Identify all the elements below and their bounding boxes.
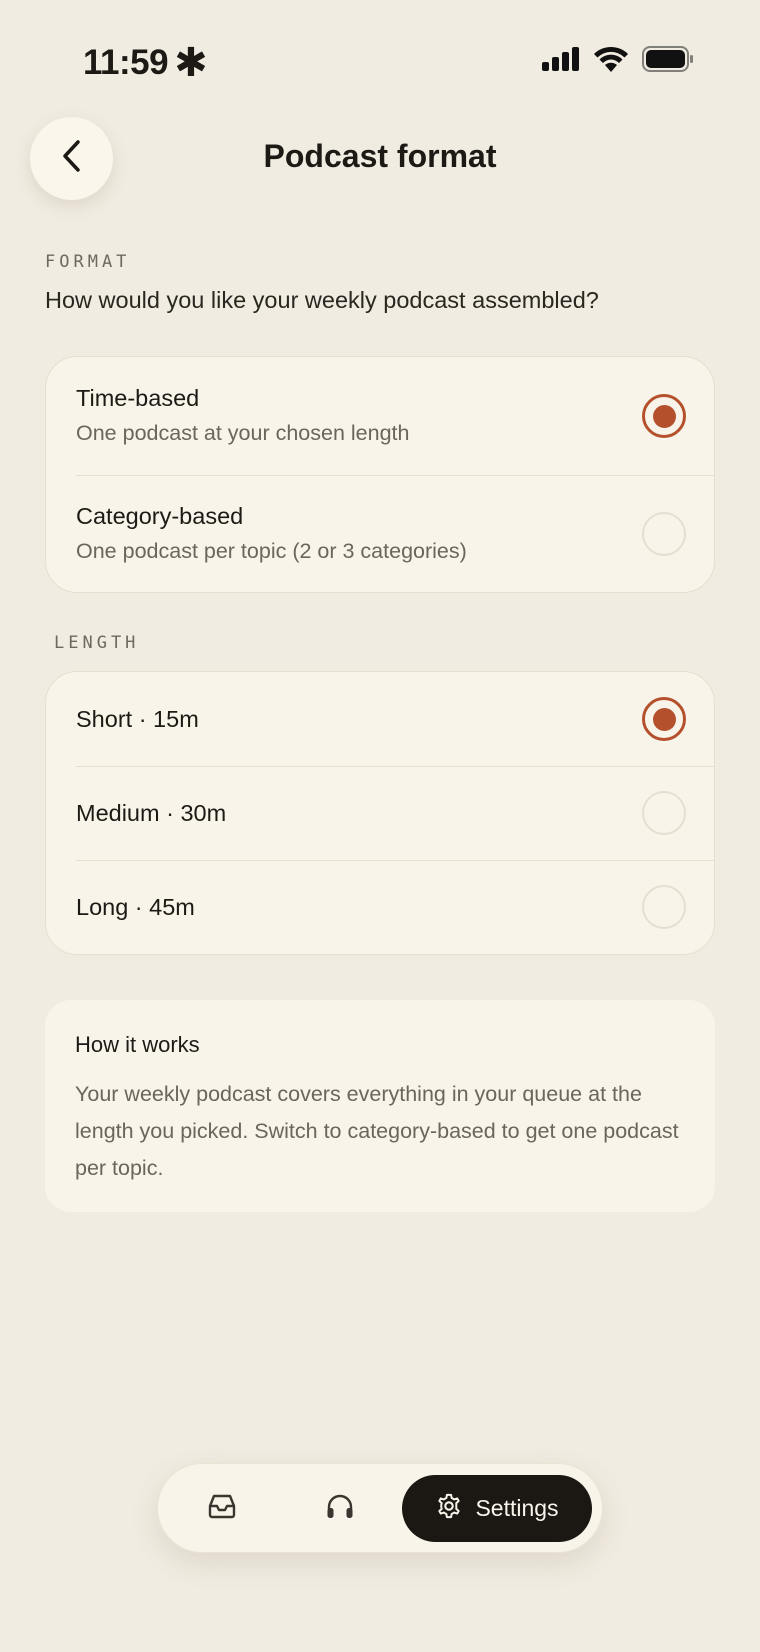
battery-icon: [642, 46, 694, 77]
status-icons: [542, 46, 694, 77]
info-title: How it works: [75, 1032, 200, 1057]
info-body: Your weekly podcast covers everything in…: [75, 1082, 679, 1180]
option-title: Time-based: [76, 385, 200, 411]
option-title: Category-based: [76, 503, 244, 529]
headphones-icon: [325, 1492, 355, 1525]
option-label: Medium · 30m: [76, 799, 227, 826]
format-options-card: Time-based One podcast at your chosen le…: [45, 356, 715, 593]
radio-selected[interactable]: [642, 394, 686, 438]
length-section-label: LENGTH: [54, 633, 140, 653]
option-subtitle: One podcast at your chosen length: [76, 421, 410, 445]
tab-inbox[interactable]: [200, 1486, 244, 1530]
option-subtitle: One podcast per topic (2 or 3 categories…: [76, 539, 467, 563]
length-option-long[interactable]: Long · 45m: [46, 860, 714, 954]
asterisk-icon: ✱: [174, 41, 208, 85]
clock-text: 11:59: [83, 43, 169, 82]
tab-settings-label: Settings: [475, 1495, 559, 1521]
status-time: 11:59 ✱: [83, 40, 208, 86]
radio-unselected[interactable]: [642, 791, 686, 835]
length-option-short[interactable]: Short · 15m: [46, 672, 714, 766]
inbox-icon: [207, 1493, 237, 1524]
format-question: How would you like your weekly podcast a…: [45, 287, 599, 313]
radio-selected[interactable]: [642, 697, 686, 741]
radio-unselected[interactable]: [642, 512, 686, 556]
length-option-medium[interactable]: Medium · 30m: [46, 766, 714, 860]
tab-listen[interactable]: [318, 1486, 362, 1530]
signal-icon: [542, 47, 580, 76]
gear-icon: [435, 1492, 463, 1526]
format-section-label: FORMAT: [45, 252, 131, 272]
status-bar: 11:59 ✱: [0, 0, 760, 120]
option-label: Long · 45m: [76, 893, 195, 920]
format-option-time-based[interactable]: Time-based One podcast at your chosen le…: [46, 357, 714, 475]
how-it-works-card: How it works Your weekly podcast covers …: [45, 1000, 715, 1212]
page-title: Podcast format: [263, 138, 497, 174]
format-option-category-based[interactable]: Category-based One podcast per topic (2 …: [46, 475, 714, 592]
length-options-card: Short · 15m Medium · 30m Long · 45m: [45, 671, 715, 955]
tab-settings[interactable]: Settings: [402, 1475, 592, 1542]
option-label: Short · 15m: [76, 705, 199, 732]
wifi-icon: [594, 46, 628, 77]
tab-bar: Settings: [157, 1463, 603, 1553]
radio-unselected[interactable]: [642, 885, 686, 929]
